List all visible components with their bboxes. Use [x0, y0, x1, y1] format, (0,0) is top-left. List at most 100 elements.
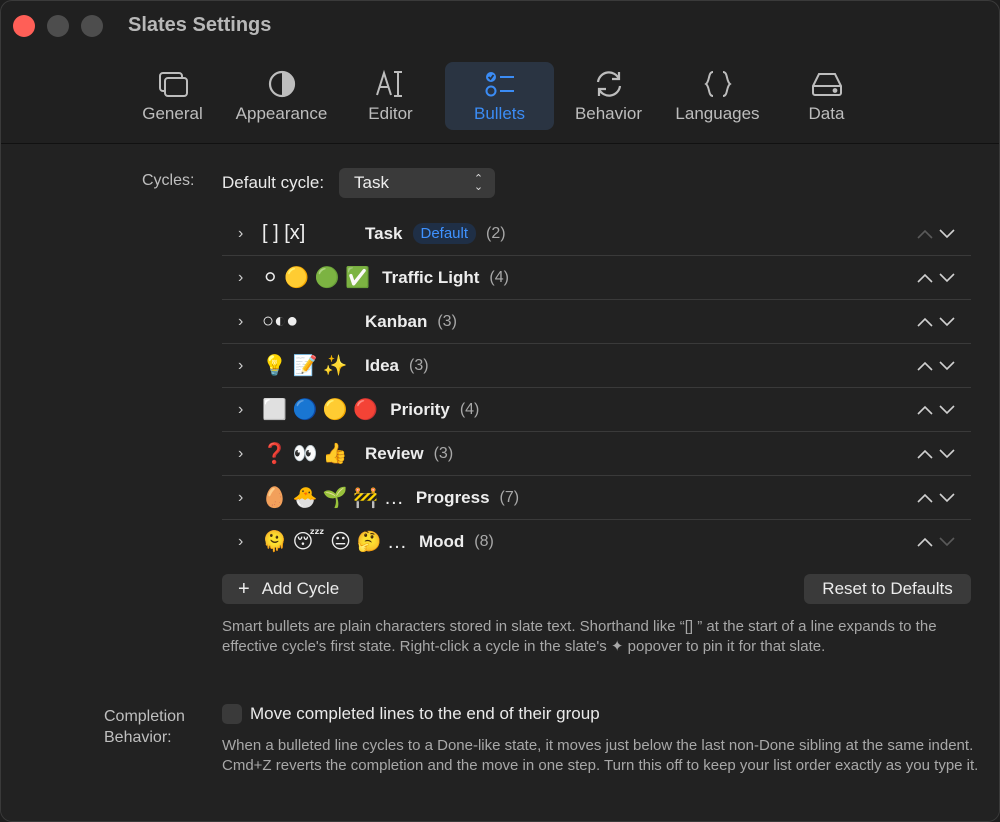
cycle-count: (3) — [409, 356, 429, 374]
cycle-name: Idea — [365, 355, 400, 375]
default-cycle-select[interactable]: Task ⌃ ⌄ — [339, 168, 496, 198]
refresh-arrows-icon — [596, 71, 621, 97]
drive-icon — [811, 73, 842, 96]
disclosure-chevron-icon[interactable]: › — [238, 225, 258, 243]
tab-label: Languages — [675, 104, 760, 123]
move-completed-checkbox[interactable] — [222, 704, 242, 724]
cycle-row-review[interactable]: › ❓ 👀 👍 Review (3) — [222, 432, 971, 476]
disclosure-chevron-icon[interactable]: › — [238, 445, 258, 463]
bullet-list-icon — [485, 72, 514, 97]
tab-data[interactable]: Data — [772, 62, 881, 130]
cycle-count: (3) — [437, 312, 457, 330]
cycle-count: (7) — [499, 488, 520, 506]
minimize-button[interactable] — [47, 15, 69, 37]
title-bar: Slates Settings — [1, 1, 999, 51]
cycle-bullets: 🥚 🐣 🌱 🚧 … — [262, 487, 404, 509]
move-down-icon[interactable] — [939, 272, 955, 283]
move-completed-option[interactable]: Move completed lines to the end of their… — [222, 704, 600, 724]
cycle-row-mood[interactable]: › 🫠 😴 😐 🤔 … Mood (8) — [222, 520, 971, 563]
tab-label: Bullets — [473, 104, 526, 123]
cycle-name: Kanban — [365, 311, 428, 331]
cycle-list: › [ ] [x] Task Default (2) › ⚪ 🟡 🟢 ✅ Tra… — [222, 212, 971, 563]
move-up-icon[interactable] — [917, 317, 933, 327]
move-down-icon[interactable] — [939, 316, 955, 327]
cycle-row-task[interactable]: › [ ] [x] Task Default (2) — [222, 212, 971, 256]
move-down-icon[interactable] — [939, 492, 955, 503]
reset-label: Reset to Defaults — [822, 579, 953, 598]
cycle-bullets: ⬜ 🔵 🟡 🔴 — [262, 399, 379, 421]
cycle-row-priority[interactable]: › ⬜ 🔵 🟡 🔴 Priority (4) — [222, 388, 971, 432]
tab-label: General — [142, 104, 203, 123]
disclosure-chevron-icon[interactable]: › — [238, 489, 258, 507]
close-button[interactable] — [13, 15, 35, 37]
move-up-icon[interactable] — [917, 537, 933, 547]
move-down-icon[interactable] — [939, 228, 955, 239]
move-completed-label[interactable]: Move completed lines to the end of their… — [250, 704, 600, 724]
move-down-icon — [939, 536, 955, 546]
disclosure-chevron-icon[interactable]: › — [238, 357, 258, 375]
cycles-label: Cycles: — [142, 172, 195, 189]
cycle-count: (4) — [489, 268, 509, 286]
tab-editor[interactable]: Editor — [336, 62, 445, 130]
disclosure-chevron-icon[interactable]: › — [238, 533, 258, 551]
cycle-bullets: ○◐● — [262, 310, 299, 332]
cycle-name: Priority — [390, 399, 450, 419]
settings-toolbar: General Appearance Editor Bullets Behavi… — [1, 51, 999, 144]
move-down-icon[interactable] — [939, 360, 955, 371]
cycle-name: Review — [365, 443, 424, 463]
cycle-count: (2) — [486, 224, 506, 242]
plus-icon: + — [238, 577, 250, 600]
move-up-icon[interactable] — [917, 493, 933, 503]
cycle-bullets: 💡 📝 ✨ — [262, 355, 348, 377]
tab-behavior[interactable]: Behavior — [554, 62, 663, 130]
settings-window: Slates Settings General Appearance Edito… — [0, 0, 1000, 822]
move-down-icon[interactable] — [939, 448, 955, 459]
curly-braces-icon — [703, 71, 732, 97]
default-cycle-row: Default cycle: Task ⌃ ⌄ — [222, 168, 496, 198]
cycle-name: Progress — [415, 487, 490, 507]
move-down-icon[interactable] — [939, 404, 955, 415]
tab-general[interactable]: General — [118, 62, 227, 130]
move-up-icon[interactable] — [917, 449, 933, 459]
bullets-pane: Cycles: Default cycle: Task ⌃ ⌄ › [ ] [x]… — [1, 144, 999, 821]
move-up-icon[interactable] — [917, 361, 933, 371]
move-up-icon[interactable] — [917, 405, 933, 415]
completion-behavior-label: Completion Behavior: — [104, 706, 185, 748]
cycle-row-kanban[interactable]: › ○◐● Kanban (3) — [222, 300, 971, 344]
cycle-row-idea[interactable]: › 💡 📝 ✨ Idea (3) — [222, 344, 971, 388]
zoom-button[interactable] — [81, 15, 103, 37]
cycle-bullets: [ ] [x] — [262, 222, 306, 244]
disclosure-chevron-icon[interactable]: › — [238, 313, 258, 331]
tab-label: Editor — [368, 104, 413, 123]
default-badge: Default — [412, 223, 477, 244]
tab-label: Data — [808, 104, 845, 123]
disclosure-chevron-icon[interactable]: › — [238, 269, 258, 287]
tab-bullets[interactable]: Bullets — [445, 62, 554, 130]
completion-label-line1: Completion — [104, 708, 185, 725]
cycle-name: Task — [365, 223, 403, 243]
cycle-bullets: ❓ 👀 👍 — [262, 443, 348, 465]
tab-languages[interactable]: Languages — [663, 62, 772, 130]
cycle-row-progress[interactable]: › 🥚 🐣 🌱 🚧 … Progress (7) — [222, 476, 971, 520]
cycle-row-traffic-light[interactable]: › ⚪ 🟡 🟢 ✅ Traffic Light (4) — [222, 256, 971, 300]
text-cursor-icon — [375, 69, 402, 97]
cycle-count: (3) — [433, 444, 454, 462]
cycle-count: (8) — [474, 532, 494, 550]
cycle-count: (4) — [459, 400, 480, 418]
chevron-up-down-icon: ⌃ ⌄ — [473, 173, 484, 193]
completion-description: When a bulleted line cycles to a Done-li… — [222, 737, 979, 774]
tab-label: Appearance — [235, 104, 328, 123]
windows-icon — [158, 72, 188, 97]
cycle-name: Mood — [418, 531, 465, 551]
half-circle-icon — [268, 70, 295, 98]
cycle-name: Traffic Light — [382, 267, 480, 287]
cycles-description: Smart bullets are plain characters store… — [222, 618, 937, 655]
default-cycle-value: Task — [354, 173, 390, 192]
move-up-icon — [917, 229, 933, 239]
add-cycle-button[interactable]: + Add Cycle — [222, 574, 363, 604]
disclosure-chevron-icon[interactable]: › — [238, 401, 258, 419]
reset-to-defaults-button[interactable]: Reset to Defaults — [804, 574, 971, 604]
window-title: Slates Settings — [128, 14, 272, 36]
tab-appearance[interactable]: Appearance — [227, 62, 336, 130]
move-up-icon[interactable] — [917, 273, 933, 283]
